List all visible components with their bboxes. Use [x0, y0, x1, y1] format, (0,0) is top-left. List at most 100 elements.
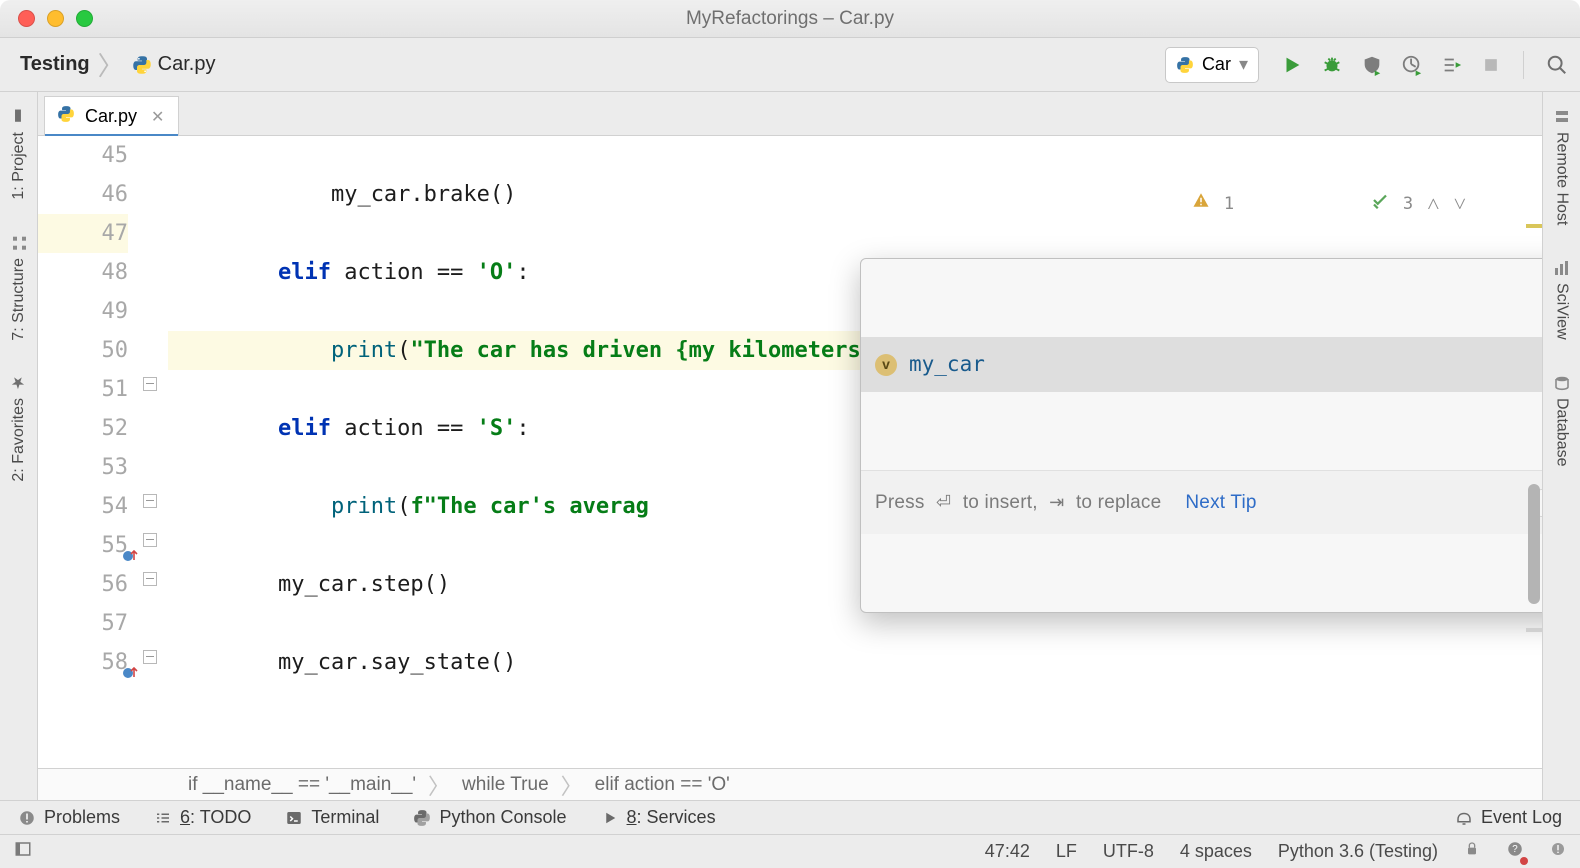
stop-button	[1481, 55, 1501, 75]
title-bar: MyRefactorings – Car.py	[0, 0, 1580, 38]
breadcrumb-file[interactable]: Car.py	[158, 53, 216, 76]
completion-item[interactable]: v my_car	[861, 337, 1542, 392]
label: Event Log	[1481, 807, 1562, 828]
editor-tab-active[interactable]: Car.py ✕	[44, 96, 179, 136]
fold-handle[interactable]	[143, 572, 157, 586]
line-separator[interactable]: LF	[1056, 841, 1077, 862]
inspection-indicator[interactable]: 1 3 ˄ ˅	[1069, 146, 1466, 263]
python-interpreter[interactable]: Python 3.6 (Testing)	[1278, 841, 1438, 862]
indent-setting[interactable]: 4 spaces	[1180, 841, 1252, 862]
status-bar: 47:42 LF UTF-8 4 spaces Python 3.6 (Test…	[0, 834, 1580, 868]
services-icon	[601, 809, 619, 827]
fold-handle[interactable]	[143, 377, 157, 391]
override-marker-icon[interactable]	[122, 655, 138, 671]
problems-icon	[18, 809, 36, 827]
str: 'S'	[477, 416, 517, 441]
svg-text:?: ?	[1512, 844, 1518, 855]
ide-errors-icon[interactable]: ?	[1506, 840, 1524, 863]
tool-windows-quick-access[interactable]	[14, 840, 32, 863]
tool-window-python-console[interactable]: Python Console	[413, 807, 566, 828]
breadcrumb-segment[interactable]: if __name__ == '__main__'	[188, 774, 416, 796]
editor-gutter: 45 46 47 48 49 50 51 52 53 54 55 56 57 5…	[38, 136, 138, 768]
ok-count: 3	[1403, 185, 1413, 224]
code-text: :	[516, 416, 529, 441]
editor-scrollbar[interactable]	[1526, 136, 1542, 768]
database-icon	[1553, 374, 1571, 392]
tool-window-structure[interactable]: 7: Structure	[10, 234, 28, 341]
mnemonic: 8	[627, 807, 637, 827]
tool-window-problems[interactable]: Problems	[18, 807, 120, 828]
completion-popup: v my_car Press ⏎ to insert, ⇥ to replace…	[860, 258, 1542, 613]
fold-handle[interactable]	[143, 650, 157, 664]
search-everywhere-button[interactable]	[1546, 54, 1568, 76]
breadcrumb-segment[interactable]: while True	[462, 774, 549, 796]
ok-icon	[1248, 146, 1389, 263]
run-concurrency-button[interactable]	[1441, 54, 1463, 76]
code-text: action ==	[331, 260, 477, 285]
run-configuration-selector[interactable]: Car ▾	[1165, 47, 1259, 83]
code-text: my_car.say_state()	[278, 650, 516, 675]
label: : Services	[637, 807, 716, 827]
structure-icon	[10, 234, 28, 252]
enter-key-icon: ⏎	[936, 483, 951, 522]
memory-indicator-icon[interactable]	[1550, 841, 1566, 862]
tool-window-remote-host[interactable]: Remote Host	[1553, 108, 1571, 225]
code-text: (	[397, 338, 410, 363]
code-text: my_car.brake()	[331, 182, 516, 207]
code-text: action ==	[331, 416, 477, 441]
fold-handle[interactable]	[143, 533, 157, 547]
label: Python Console	[439, 807, 566, 828]
run-button[interactable]	[1281, 54, 1303, 76]
tab-key-icon: ⇥	[1049, 483, 1064, 522]
remote-icon	[1553, 108, 1571, 126]
tool-window-sciview[interactable]: SciView	[1553, 259, 1571, 340]
maximize-window-button[interactable]	[76, 10, 93, 27]
str: 'O'	[477, 260, 517, 285]
code-editor[interactable]: 45 46 47 48 49 50 51 52 53 54 55 56 57 5…	[38, 136, 1542, 768]
close-window-button[interactable]	[18, 10, 35, 27]
next-highlight-button[interactable]: ˅	[1454, 185, 1466, 224]
scroll-marker[interactable]	[1526, 628, 1542, 632]
scroll-thumb[interactable]	[1528, 484, 1540, 604]
label: Terminal	[311, 807, 379, 828]
breadcrumb-segment[interactable]: elif action == 'O'	[595, 774, 730, 796]
tab-label: Car.py	[85, 106, 137, 127]
scroll-marker-warning[interactable]	[1526, 224, 1542, 228]
tool-window-todo[interactable]: 6: TODO	[154, 807, 251, 828]
minimize-window-button[interactable]	[47, 10, 64, 27]
read-only-toggle[interactable]	[1464, 841, 1480, 862]
close-tab-button[interactable]: ✕	[151, 107, 164, 127]
fold-handle[interactable]	[143, 494, 157, 508]
completion-footer: Press ⏎ to insert, ⇥ to replace Next Tip…	[861, 470, 1542, 534]
tool-window-favorites[interactable]: 2: Favorites ★	[10, 374, 28, 482]
python-file-icon	[57, 105, 75, 128]
python-file-icon	[132, 55, 152, 75]
override-marker-icon[interactable]	[122, 538, 138, 554]
breadcrumb-separator: 〉	[428, 769, 450, 801]
file-encoding[interactable]: UTF-8	[1103, 841, 1154, 862]
next-tip-link[interactable]: Next Tip	[1185, 483, 1256, 522]
left-tool-rail: 1: Project ▮ 7: Structure 2: Favorites ★	[0, 92, 38, 800]
python-icon	[413, 809, 431, 827]
tool-window-project[interactable]: 1: Project ▮	[10, 108, 28, 200]
navigation-toolbar: Testing 〉 Car.py Car ▾	[0, 38, 1580, 92]
tool-window-event-log[interactable]: Event Log	[1455, 807, 1562, 828]
breadcrumb-root[interactable]: Testing	[20, 53, 90, 76]
window-controls	[18, 10, 93, 27]
fn: print	[331, 338, 397, 363]
fold-column	[138, 136, 168, 768]
tool-window-label: 1: Project	[10, 132, 28, 200]
fn: print	[331, 494, 397, 519]
tool-window-terminal[interactable]: Terminal	[285, 807, 379, 828]
profile-button[interactable]	[1401, 54, 1423, 76]
caret-position[interactable]: 47:42	[985, 841, 1030, 862]
debug-button[interactable]	[1321, 54, 1343, 76]
tool-window-database[interactable]: Database	[1553, 374, 1571, 467]
str: "The car has driven {my kilometers"	[410, 338, 874, 363]
code-content[interactable]: my_car.brake() elif action == 'O': print…	[168, 136, 1526, 768]
tool-window-services[interactable]: 8: Services	[601, 807, 716, 828]
prev-highlight-button[interactable]: ˄	[1427, 185, 1439, 224]
mnemonic: 6	[180, 807, 190, 827]
run-coverage-button[interactable]	[1361, 54, 1383, 76]
editor-tab-row: Car.py ✕	[38, 92, 1542, 136]
